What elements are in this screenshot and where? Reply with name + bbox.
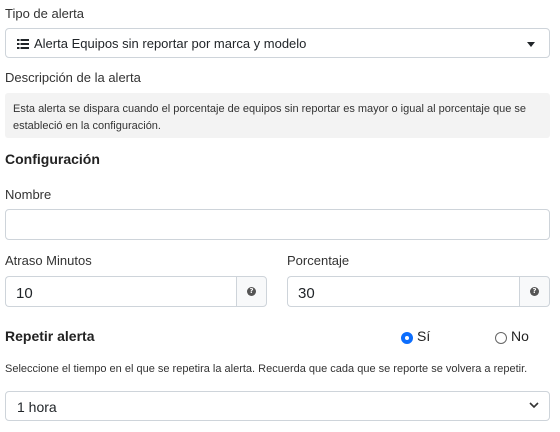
percent-label: Porcentaje [287,253,350,268]
repeat-heading: Repetir alerta [5,328,95,344]
question-circle-icon: ? [247,287,256,296]
percent-help-button[interactable]: ? [519,276,550,307]
delay-input[interactable]: 10 [5,276,236,307]
percent-input[interactable]: 30 [287,276,519,307]
repeat-yes-label: Sí [417,328,431,344]
radio-unchecked-icon [495,332,507,344]
question-circle-icon: ? [530,287,539,296]
caret-down-icon [527,42,535,47]
chevron-down-icon [529,402,539,409]
description-box: Esta alerta se dispara cuando el porcent… [5,93,550,138]
name-label: Nombre [5,187,52,202]
repeat-interval-value: 1 hora [17,399,57,415]
percent-input-group: 30 ? [287,276,550,307]
list-icon [17,39,29,49]
config-heading: Configuración [5,151,100,167]
delay-help-button[interactable]: ? [236,276,267,307]
repeat-yes-radio[interactable]: Sí [401,328,430,344]
radio-checked-icon [401,332,413,344]
repeat-no-radio[interactable]: No [495,328,529,344]
repeat-help-text: Seleccione el tiempo en el que se repeti… [5,363,528,375]
delay-input-group: 10 ? [5,276,267,307]
alert-type-label: Tipo de alerta [5,6,85,21]
repeat-interval-select[interactable]: 1 hora [5,391,550,421]
delay-label: Atraso Minutos [5,253,92,268]
repeat-no-label: No [511,328,529,344]
description-label: Descripción de la alerta [5,70,141,85]
alert-type-select[interactable]: Alerta Equipos sin reportar por marca y … [5,28,550,58]
name-input[interactable] [5,209,550,240]
alert-type-value: Alerta Equipos sin reportar por marca y … [34,36,307,51]
